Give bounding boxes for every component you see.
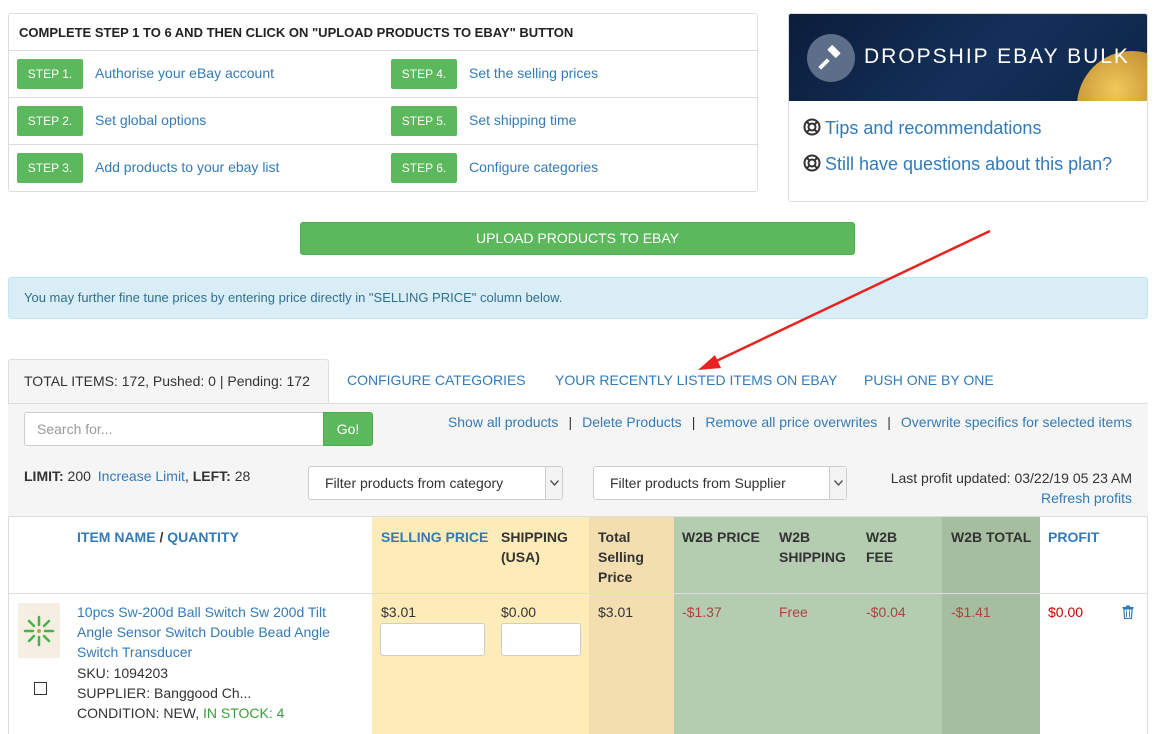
product-condition: CONDITION: NEW, IN STOCK: 4 — [77, 703, 284, 723]
step-6-badge: STEP 6. — [391, 153, 457, 183]
step-3-badge: STEP 3. — [17, 153, 83, 183]
separator: | — [887, 414, 891, 430]
trash-icon[interactable] — [1122, 604, 1134, 624]
header-slash: / — [159, 529, 164, 545]
step-2-link[interactable]: Set global options — [95, 112, 206, 128]
tips-link-label: Tips and recommendations — [825, 118, 1042, 138]
total-selling-value: $3.01 — [598, 604, 634, 620]
step-4-link[interactable]: Set the selling prices — [469, 65, 598, 81]
questions-link[interactable]: Still have questions about this plan? — [803, 154, 1112, 177]
w2b-total-column-bg — [942, 517, 1040, 734]
separator: | — [691, 414, 696, 430]
delete-products-link[interactable]: Delete Products — [582, 414, 682, 430]
left-value: 28 — [234, 468, 251, 484]
w2b-fee-value: -$0.04 — [866, 604, 906, 620]
steps-title: COMPLETE STEP 1 TO 6 AND THEN CLICK ON "… — [9, 14, 757, 51]
shipping-input[interactable] — [501, 623, 581, 656]
step-1-badge: STEP 1. — [17, 59, 83, 89]
tab-push-one-by-one[interactable]: PUSH ONE BY ONE — [864, 372, 994, 388]
info-alert: You may further fine tune prices by ente… — [8, 277, 1148, 319]
row-select-checkbox[interactable] — [34, 682, 47, 695]
step-5-link[interactable]: Set shipping time — [469, 112, 576, 128]
header-item-name: ITEM NAME / QUANTITY — [77, 527, 239, 547]
go-button[interactable]: Go! — [323, 412, 373, 446]
promo-banner: DROPSHIP EBAY BULK — [789, 14, 1147, 101]
increase-limit-link[interactable]: Increase Limit — [98, 468, 185, 484]
sort-profit[interactable]: PROFIT — [1048, 527, 1099, 547]
condition-text: CONDITION: NEW, — [77, 705, 200, 721]
step-row: STEP 1. Authorise your eBay account STEP… — [9, 51, 757, 98]
comma: , — [184, 468, 189, 484]
step-row: STEP 3. Add products to your ebay list S… — [9, 145, 757, 192]
refresh-profits-link[interactable]: Refresh profits — [1041, 490, 1132, 506]
limit-value: 200 — [67, 468, 91, 484]
tab-recently-listed[interactable]: YOUR RECENTLY LISTED ITEMS ON EBAY — [555, 372, 837, 388]
category-filter-select[interactable]: Filter products from category — [308, 466, 563, 500]
supplier-filter-value: Filter products from Supplier — [610, 475, 786, 491]
header-w2b-fee: W2B FEE — [866, 529, 898, 565]
header-divider — [9, 593, 1147, 594]
product-sku: SKU: 1094203 — [77, 665, 169, 681]
last-profit-updated: Last profit updated: 03/22/19 05 23 AM — [890, 470, 1132, 486]
promo-title: DROPSHIP EBAY BULK — [864, 45, 1130, 68]
step-row: STEP 2. Set global options STEP 5. Set s… — [9, 98, 757, 145]
selling-price-value: $3.01 — [381, 604, 417, 620]
bulk-actions: Show all products | Delete Products | Remove… — [448, 414, 1132, 430]
header-shipping: SHIPPING (USA) — [501, 529, 568, 565]
header-total-selling: Total Selling Price — [598, 529, 644, 585]
w2b-shipping-value: Free — [779, 604, 808, 620]
product-name-link[interactable]: 10pcs Sw-200d Ball Switch Sw 200d Tilt A… — [77, 602, 347, 662]
limit-label: LIMIT: — [24, 468, 64, 484]
category-filter-value: Filter products from category — [325, 475, 504, 491]
search-input[interactable] — [24, 412, 324, 446]
step-4-badge: STEP 4. — [391, 59, 457, 89]
questions-link-label: Still have questions about this plan? — [825, 154, 1113, 174]
remove-price-overwrites-link[interactable]: Remove all price overwrites — [705, 414, 877, 430]
shipping-value: $0.00 — [501, 604, 537, 620]
sort-quantity[interactable]: QUANTITY — [167, 529, 239, 545]
step-6-link[interactable]: Configure categories — [469, 159, 598, 175]
header-w2b-total: W2B TOTAL — [951, 529, 1032, 545]
separator: | — [568, 414, 573, 430]
chevron-down-icon — [545, 467, 562, 499]
stock-text: IN STOCK: 4 — [203, 705, 285, 721]
toolbar: Go! Show all products | Delete Products | Re… — [8, 403, 1148, 516]
show-all-products-link[interactable]: Show all products — [448, 414, 559, 430]
steps-panel: COMPLETE STEP 1 TO 6 AND THEN CLICK ON "… — [8, 13, 758, 192]
step-1-link[interactable]: Authorise your eBay account — [95, 65, 274, 81]
product-supplier: SUPPLIER: Banggood Ch... — [77, 685, 252, 701]
tab-configure-categories[interactable]: CONFIGURE CATEGORIES — [347, 372, 526, 388]
sort-item-name[interactable]: ITEM NAME — [77, 529, 156, 545]
lifebuoy-icon — [803, 154, 821, 177]
promo-panel: DROPSHIP EBAY BULK Tips and recommendati… — [788, 13, 1148, 202]
tab-total-items[interactable]: TOTAL ITEMS: 172, Pushed: 0 | Pending: 1… — [8, 359, 329, 404]
product-thumbnail — [18, 603, 60, 658]
header-w2b-price: W2B PRICE — [682, 529, 760, 545]
sort-selling-price[interactable]: SELLING PRICE — [381, 527, 488, 547]
gavel-icon — [807, 34, 855, 82]
lifebuoy-icon — [803, 118, 821, 141]
products-table: ITEM NAME / QUANTITY SELLING PRICE SHIPP… — [8, 516, 1148, 734]
step-2-badge: STEP 2. — [17, 106, 83, 136]
tips-link[interactable]: Tips and recommendations — [803, 118, 1041, 141]
profit-info: Last profit updated: 03/22/19 05 23 AM R… — [891, 468, 1132, 508]
w2b-total-value: -$1.41 — [951, 604, 991, 620]
w2b-price-value: -$1.37 — [682, 604, 722, 620]
selling-price-input[interactable] — [380, 623, 485, 656]
left-label: LEFT: — [192, 468, 231, 484]
overwrite-specifics-link[interactable]: Overwrite specifics for selected items — [901, 414, 1132, 430]
step-5-badge: STEP 5. — [391, 106, 457, 136]
limit-line: LIMIT: 200 Increase Limit, LEFT: 28 — [24, 468, 250, 484]
supplier-filter-select[interactable]: Filter products from Supplier — [593, 466, 847, 500]
header-w2b-shipping: W2B SHIPPING — [779, 529, 846, 565]
chevron-down-icon — [829, 467, 846, 499]
step-3-link[interactable]: Add products to your ebay list — [95, 159, 279, 175]
upload-products-button[interactable]: UPLOAD PRODUCTS TO EBAY — [300, 222, 855, 255]
profit-value: $0.00 — [1048, 604, 1084, 620]
